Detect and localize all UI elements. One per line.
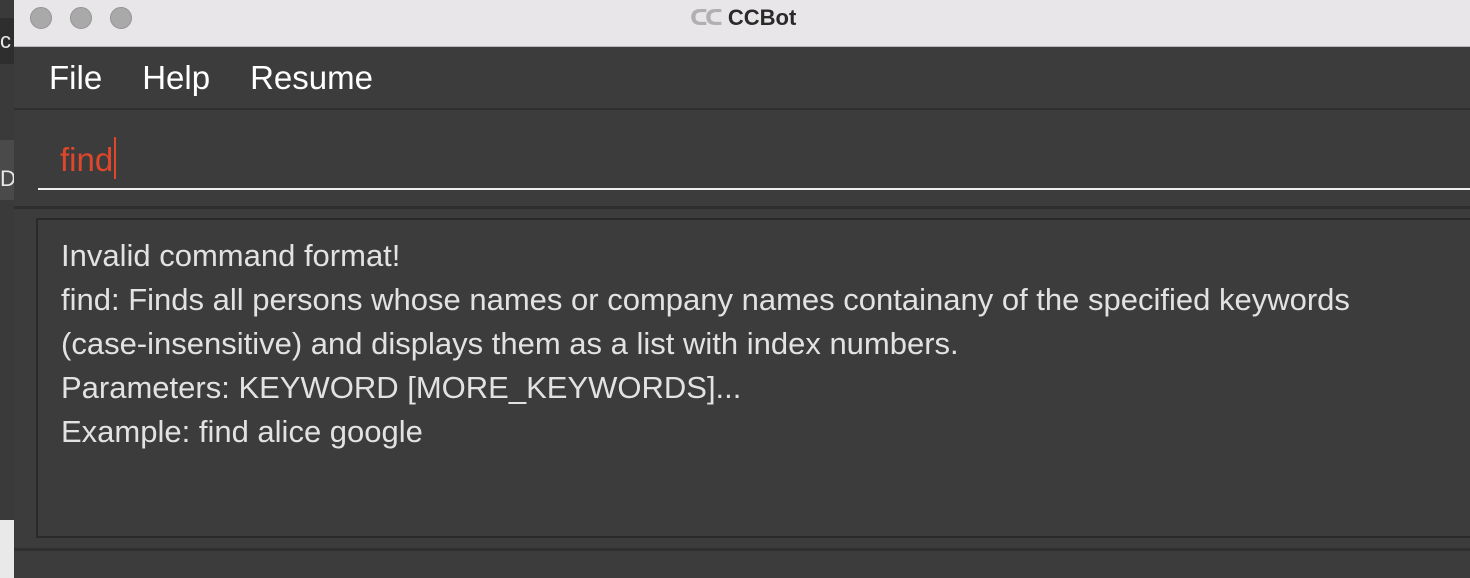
menu-resume[interactable]: Resume bbox=[250, 59, 373, 97]
menu-help[interactable]: Help bbox=[142, 59, 210, 97]
close-window-button[interactable] bbox=[30, 7, 52, 29]
cc-logo-icon: ᑕᑕ bbox=[690, 5, 723, 30]
ccbot-window: ᑕᑕ CCBot File Help Resume Invalid comman… bbox=[14, 0, 1470, 578]
result-display[interactable]: Invalid command format! find: Finds all … bbox=[36, 218, 1470, 538]
command-input[interactable] bbox=[38, 132, 1470, 190]
minimize-window-button[interactable] bbox=[70, 7, 92, 29]
title-bar[interactable]: ᑕᑕ CCBot bbox=[14, 0, 1470, 47]
result-line: Invalid command format! bbox=[61, 238, 401, 273]
menu-file[interactable]: File bbox=[49, 59, 102, 97]
result-line: find: Finds all persons whose names or c… bbox=[61, 282, 1350, 317]
result-line: Example: find alice google bbox=[61, 414, 423, 449]
window-title: CCBot bbox=[727, 5, 797, 30]
text-caret bbox=[114, 137, 116, 179]
person-list-panel bbox=[14, 548, 1470, 578]
background-window-text: c bbox=[0, 28, 11, 53]
zoom-window-button[interactable] bbox=[110, 7, 132, 29]
menu-bar: File Help Resume bbox=[14, 47, 1470, 110]
result-line: Parameters: KEYWORD [MORE_KEYWORDS]... bbox=[61, 370, 742, 405]
result-line: (case-insensitive) and displays them as … bbox=[61, 326, 959, 361]
command-box bbox=[14, 112, 1470, 209]
window-title-group: ᑕᑕ CCBot bbox=[690, 5, 796, 31]
